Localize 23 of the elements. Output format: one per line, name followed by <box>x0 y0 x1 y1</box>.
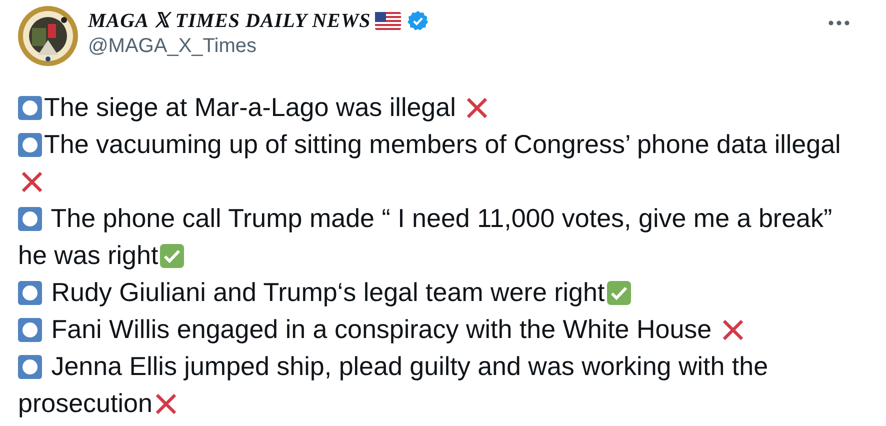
account-handle[interactable]: @MAGA_X_Times <box>88 35 814 58</box>
cross-mark-icon <box>720 318 745 342</box>
post-text: Rudy Giuliani and Trump‘s legal team were right <box>50 277 605 307</box>
post-text: The siege at Mar-a-Lago was illegal <box>44 92 457 122</box>
post-text: prosecution <box>18 388 152 418</box>
radio-button-icon <box>18 281 42 305</box>
cross-mark-icon <box>465 96 490 120</box>
post-text: Jenna Ellis jumped ship, plead guilty and was working with the <box>50 351 768 381</box>
check-mark-icon <box>606 281 631 305</box>
radio-button-icon <box>18 207 42 231</box>
radio-button-icon <box>18 355 42 379</box>
post-text: he was right <box>18 240 158 270</box>
post-text: The vacuuming up of sitting members of Congress’ phone data illegal <box>44 129 841 159</box>
account-name[interactable]: MAGA 𝕏 TIMES DAILY NEWS <box>88 8 371 33</box>
post-text: The phone call Trump made “ I need 11,000 votes, give me a break” <box>50 203 832 233</box>
radio-button-icon <box>18 318 42 342</box>
flag-icon <box>374 12 401 30</box>
radio-button-icon <box>18 133 42 157</box>
radio-button-icon <box>18 96 42 120</box>
cross-mark-icon <box>154 392 178 416</box>
post-text: Fani Willis engaged in a conspiracy with the White House <box>50 314 713 344</box>
cross-mark-icon <box>20 170 44 194</box>
check-mark-icon <box>160 244 184 268</box>
